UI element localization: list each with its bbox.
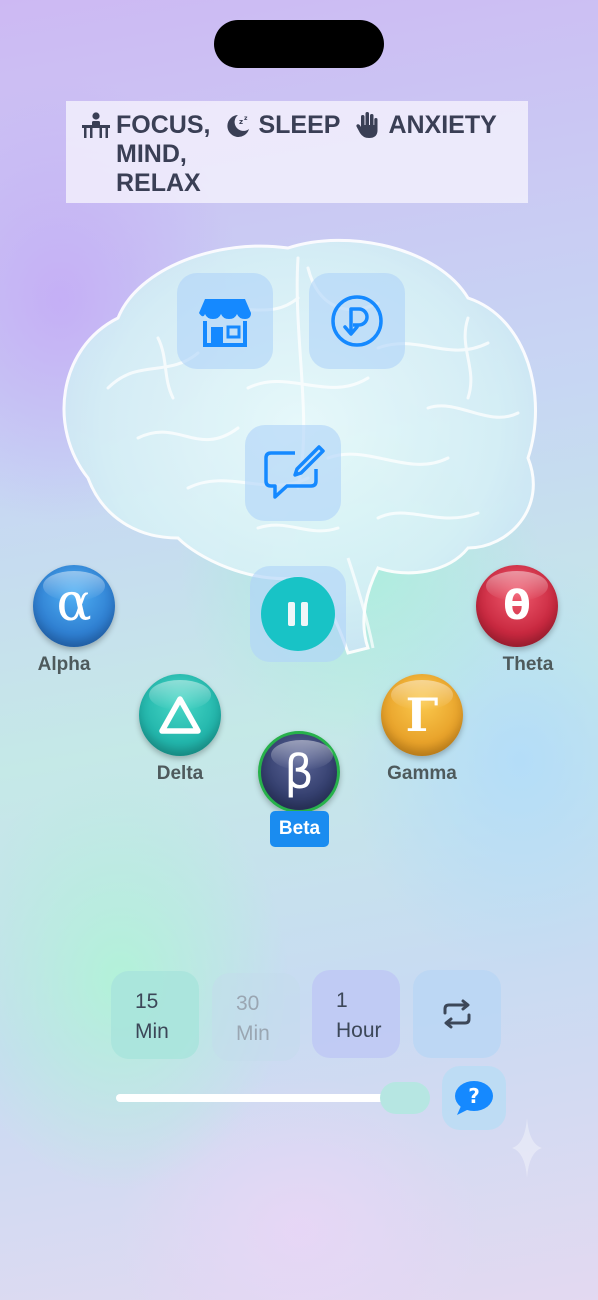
- theta-label: Theta: [502, 654, 554, 675]
- mode-label-focus: FOCUS, MIND, RELAX: [116, 111, 211, 197]
- timer-15-value: 15: [135, 990, 159, 1013]
- desk-person-icon: [80, 111, 112, 139]
- timer-30-min-button[interactable]: 30 Min: [212, 973, 300, 1061]
- gamma-wave-button[interactable]: Γ: [381, 674, 463, 756]
- delta-glyph: [159, 696, 201, 734]
- mode-label-sleep: SLEEP: [258, 111, 341, 139]
- theta-glyph: θ: [503, 583, 531, 629]
- timer-30-value: 30: [236, 992, 260, 1015]
- mode-selector: FOCUS, MIND, RELAX z z SLEEP ANXIETY: [66, 101, 528, 203]
- svg-text:?: ?: [468, 1084, 480, 1108]
- sparkle-decoration: [512, 1118, 542, 1178]
- alpha-label: Alpha: [37, 654, 91, 675]
- pause-icon: [288, 602, 308, 626]
- mode-anxiety[interactable]: ANXIETY: [352, 111, 497, 140]
- feedback-edit-icon: [264, 445, 325, 499]
- moon-sleep-icon: z z: [222, 111, 254, 139]
- volume-slider-thumb[interactable]: [380, 1082, 430, 1114]
- dynamic-island: [214, 20, 384, 68]
- svg-text:z: z: [244, 115, 248, 122]
- timer-1-unit: Hour: [336, 1019, 382, 1042]
- timer-1-value: 1: [336, 989, 348, 1012]
- storefront-icon: [199, 299, 251, 347]
- delta-wave-button[interactable]: [139, 674, 221, 756]
- help-button[interactable]: ?: [442, 1066, 506, 1130]
- mode-label-anxiety: ANXIETY: [388, 111, 497, 139]
- feedback-button[interactable]: [245, 425, 341, 521]
- pause-circle: [261, 577, 335, 651]
- repeat-button[interactable]: [413, 970, 501, 1058]
- alpha-wave-button[interactable]: α: [33, 565, 115, 647]
- gamma-label: Gamma: [387, 763, 457, 784]
- delta-label: Delta: [156, 763, 204, 784]
- theta-wave-button[interactable]: θ: [476, 565, 558, 647]
- repeat-icon: [443, 999, 471, 1029]
- restore-purchase-button[interactable]: [309, 273, 405, 369]
- mode-sleep[interactable]: z z SLEEP: [222, 111, 340, 140]
- beta-wave-button[interactable]: β: [258, 731, 340, 813]
- mode-focus[interactable]: FOCUS, MIND, RELAX: [80, 111, 210, 198]
- timer-15-unit: Min: [135, 1020, 169, 1043]
- alpha-glyph: α: [56, 573, 92, 633]
- gamma-glyph: Γ: [405, 688, 439, 742]
- timer-1-hour-button[interactable]: 1 Hour: [312, 970, 400, 1058]
- beta-glyph: β: [284, 745, 314, 799]
- pause-button[interactable]: [250, 566, 346, 662]
- restore-purchase-icon: [331, 295, 383, 347]
- help-bubble-icon: ?: [455, 1081, 493, 1115]
- volume-slider-track[interactable]: [116, 1094, 416, 1102]
- timer-15-min-button[interactable]: 15 Min: [111, 971, 199, 1059]
- timer-30-unit: Min: [236, 1022, 270, 1045]
- beta-label-selected: Beta: [270, 811, 329, 847]
- store-button[interactable]: [177, 273, 273, 369]
- raised-hand-icon: [352, 111, 384, 139]
- svg-text:z: z: [239, 118, 243, 126]
